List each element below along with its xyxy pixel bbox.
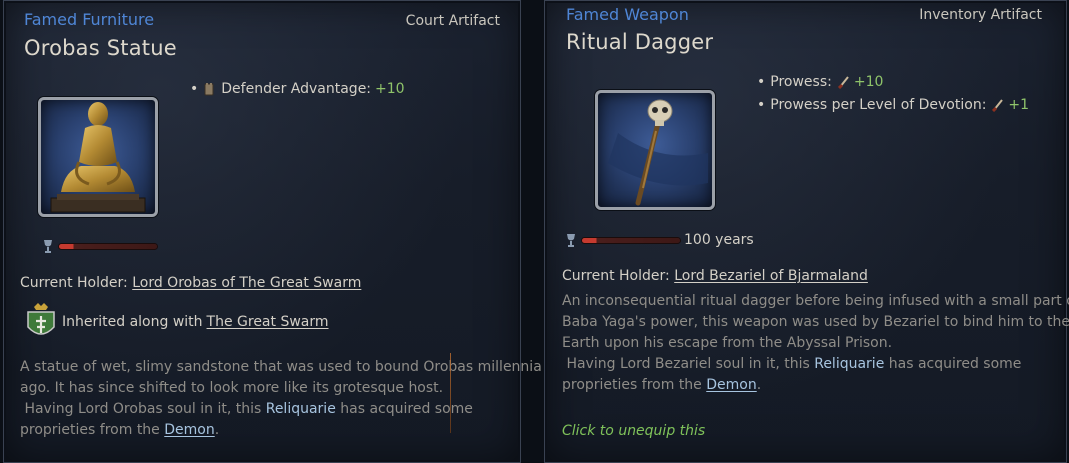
desc-line: Having Lord Orobas soul in it, this Reli… — [24, 401, 473, 417]
reliquarie-term[interactable]: Reliquarie — [266, 401, 336, 417]
modifier-value: +10 — [375, 80, 405, 97]
desc-line: An inconsequential ritual dagger before … — [562, 293, 1069, 309]
artifact-type: Court Artifact — [405, 13, 500, 29]
inherited-title-link[interactable]: The Great Swarm — [207, 314, 329, 330]
artifact-tooltip-ritual-dagger: Famed Weapon Inventory Artifact Ritual D… — [544, 0, 1069, 463]
artifact-description: An inconsequential ritual dagger before … — [562, 291, 1069, 396]
durability-meter: 100 years — [565, 232, 754, 248]
desc-line: ago. It has since shifted to look more l… — [20, 380, 444, 396]
desc-line: Having Lord Bezariel soul in it, this Re… — [566, 356, 1022, 372]
desc-line: proprieties from the Demon. — [20, 422, 220, 438]
current-holder: Current Holder: Lord Bezariel of Bjarmal… — [562, 268, 868, 284]
prowess-icon — [837, 75, 849, 89]
holder-label: Current Holder: — [20, 275, 128, 291]
modifier-list: • Prowess: +10 • Prowess per Level of De… — [757, 70, 1029, 116]
demon-term-link[interactable]: Demon — [706, 377, 756, 393]
desc-line: A statue of wet, slimy sandstone that wa… — [20, 359, 542, 375]
modifier-list: • Defender Advantage: +10 — [190, 77, 405, 100]
durability-value: 100 years — [684, 232, 754, 248]
modifier-label: Prowess per Level of Devotion: — [770, 96, 987, 113]
bullet-icon: • — [757, 73, 766, 90]
modifier-value: +10 — [853, 73, 884, 90]
bullet-icon: • — [757, 96, 766, 113]
artifact-title: Ritual Dagger — [566, 30, 714, 54]
artifact-tooltip-orobas-statue: Famed Furniture Court Artifact Orobas St… — [3, 0, 542, 463]
modifier-value: +1 — [1008, 96, 1030, 113]
desc-line: Earth upon his escape from the Abyssal P… — [562, 335, 893, 351]
desc-line: proprieties from the Demon. — [562, 377, 762, 393]
artifact-category: Famed Furniture — [24, 10, 155, 29]
prowess-icon — [992, 98, 1004, 112]
holder-label: Current Holder: — [562, 268, 670, 284]
desc-line: Baba Yaga's power, this weapon was used … — [562, 314, 1069, 330]
modifier-label: Prowess: — [770, 73, 832, 90]
modifier-row: • Prowess: +10 — [757, 70, 1029, 93]
modifier-row: • Defender Advantage: +10 — [190, 77, 405, 100]
reliquarie-term[interactable]: Reliquarie — [814, 356, 884, 372]
current-holder: Current Holder: Lord Orobas of The Great… — [20, 275, 361, 291]
dagger-artifact-image — [595, 90, 715, 210]
fortification-icon — [204, 82, 214, 95]
decorative-edge — [450, 353, 451, 433]
modifier-label: Defender Advantage: — [221, 80, 372, 97]
goblet-icon — [44, 240, 52, 253]
artifact-type: Inventory Artifact — [919, 7, 1042, 23]
inherited-title-row: Inherited along with The Great Swarm — [24, 301, 329, 343]
inherited-prefix: Inherited along with — [62, 314, 203, 330]
statue-artifact-image — [38, 97, 158, 217]
artifact-title: Orobas Statue — [24, 36, 177, 60]
artifact-category: Famed Weapon — [566, 5, 689, 24]
holder-name-link[interactable]: Lord Bezariel of Bjarmaland — [674, 268, 868, 284]
holder-name-link[interactable]: Lord Orobas of The Great Swarm — [132, 275, 361, 291]
coat-of-arms-icon[interactable] — [24, 301, 58, 343]
durability-bar — [59, 243, 157, 249]
durability-meter — [42, 239, 161, 253]
bullet-icon: • — [190, 80, 199, 97]
goblet-icon — [567, 234, 575, 247]
durability-bar — [582, 237, 680, 243]
modifier-row: • Prowess per Level of Devotion: +1 — [757, 93, 1029, 116]
demon-term-link[interactable]: Demon — [164, 422, 214, 438]
artifact-description: A statue of wet, slimy sandstone that wa… — [20, 357, 542, 441]
unequip-hint[interactable]: Click to unequip this — [562, 423, 705, 439]
